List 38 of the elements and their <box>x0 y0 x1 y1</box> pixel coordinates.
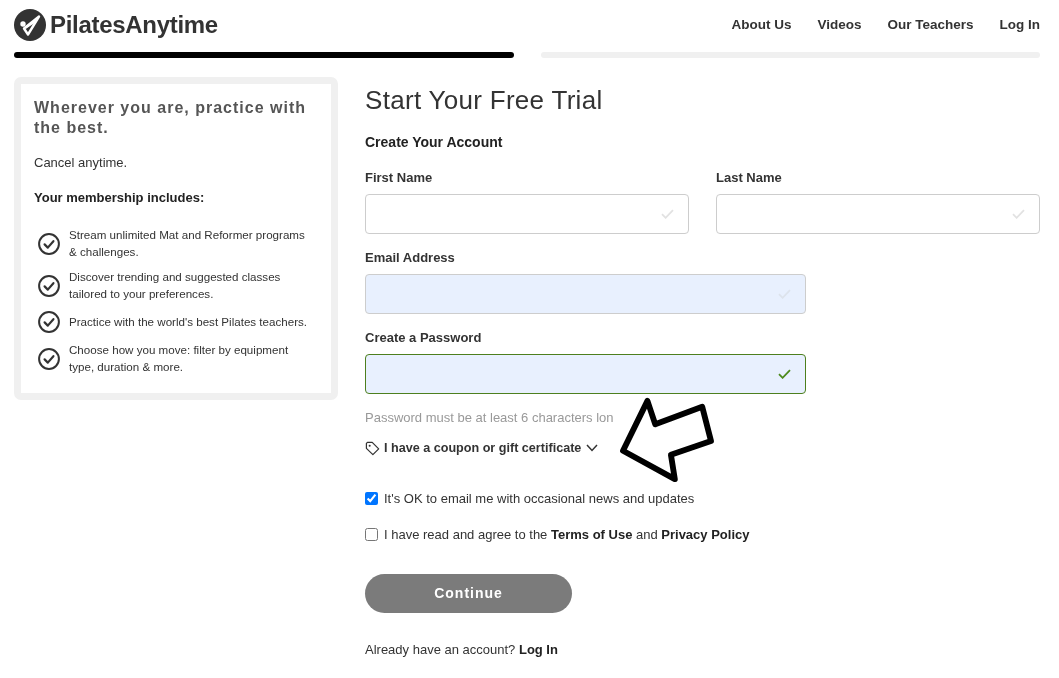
checkbox-label: I have read and agree to the Terms of Use and Privacy Policy <box>384 525 750 544</box>
inline-link[interactable]: Log In <box>518 641 558 657</box>
nav-link[interactable]: Videos <box>817 15 862 35</box>
benefit-text: Stream unlimited Mat and Reformer programs & challenges. <box>69 227 306 260</box>
benefit-text: Practice with the world's best Pilates teachers. <box>69 313 308 330</box>
logo-icon <box>14 9 46 41</box>
field-label: Email Address <box>365 249 456 267</box>
check-circle-icon <box>38 232 60 255</box>
benefit-text: Discover trending and suggested classes tailored to your preferences. <box>69 269 282 302</box>
includes-title: Your membership includes: <box>34 189 206 207</box>
coupon-toggle[interactable]: I have a coupon or gift certificate <box>365 438 599 458</box>
checkbox-label: It's OK to email me with occasional news and updates <box>384 489 695 508</box>
nav-link[interactable]: About Us <box>731 15 792 35</box>
check-circle-icon <box>38 311 60 333</box>
field-label: Create a Password <box>365 329 483 347</box>
field-label: First Name <box>365 169 434 187</box>
checkmark-icon <box>778 369 791 379</box>
logo[interactable]: PilatesAnytime <box>14 9 218 41</box>
inline-link[interactable]: Privacy Policy <box>661 526 750 542</box>
field-label: Last Name <box>716 169 783 187</box>
benefit-text: Choose how you move: filter by equipment type, duration & more. <box>69 342 290 375</box>
password-hint: Password must be at least 6 characters lon <box>365 409 614 427</box>
check-circle-icon <box>38 347 60 370</box>
nav-link[interactable]: Log In <box>999 15 1040 35</box>
input-field[interactable] <box>365 354 806 394</box>
page-title: Start Your Free Trial <box>365 84 604 117</box>
login-prompt: Already have an account? Log In <box>365 641 558 657</box>
section-title: Create Your Account <box>365 133 504 152</box>
checkbox[interactable] <box>365 528 378 541</box>
tag-icon <box>365 440 380 456</box>
check-circle-icon <box>38 274 60 297</box>
checkmark-icon <box>661 209 674 219</box>
sidebar-heading: Wherever you are, practice with the best. <box>34 98 307 138</box>
inline-link[interactable]: Terms of Use <box>550 526 633 542</box>
checkbox[interactable] <box>365 492 378 505</box>
checkmark-icon <box>1012 209 1025 219</box>
nav-link[interactable]: Our Teachers <box>887 15 974 35</box>
sidebar-note: Cancel anytime. <box>34 154 129 172</box>
